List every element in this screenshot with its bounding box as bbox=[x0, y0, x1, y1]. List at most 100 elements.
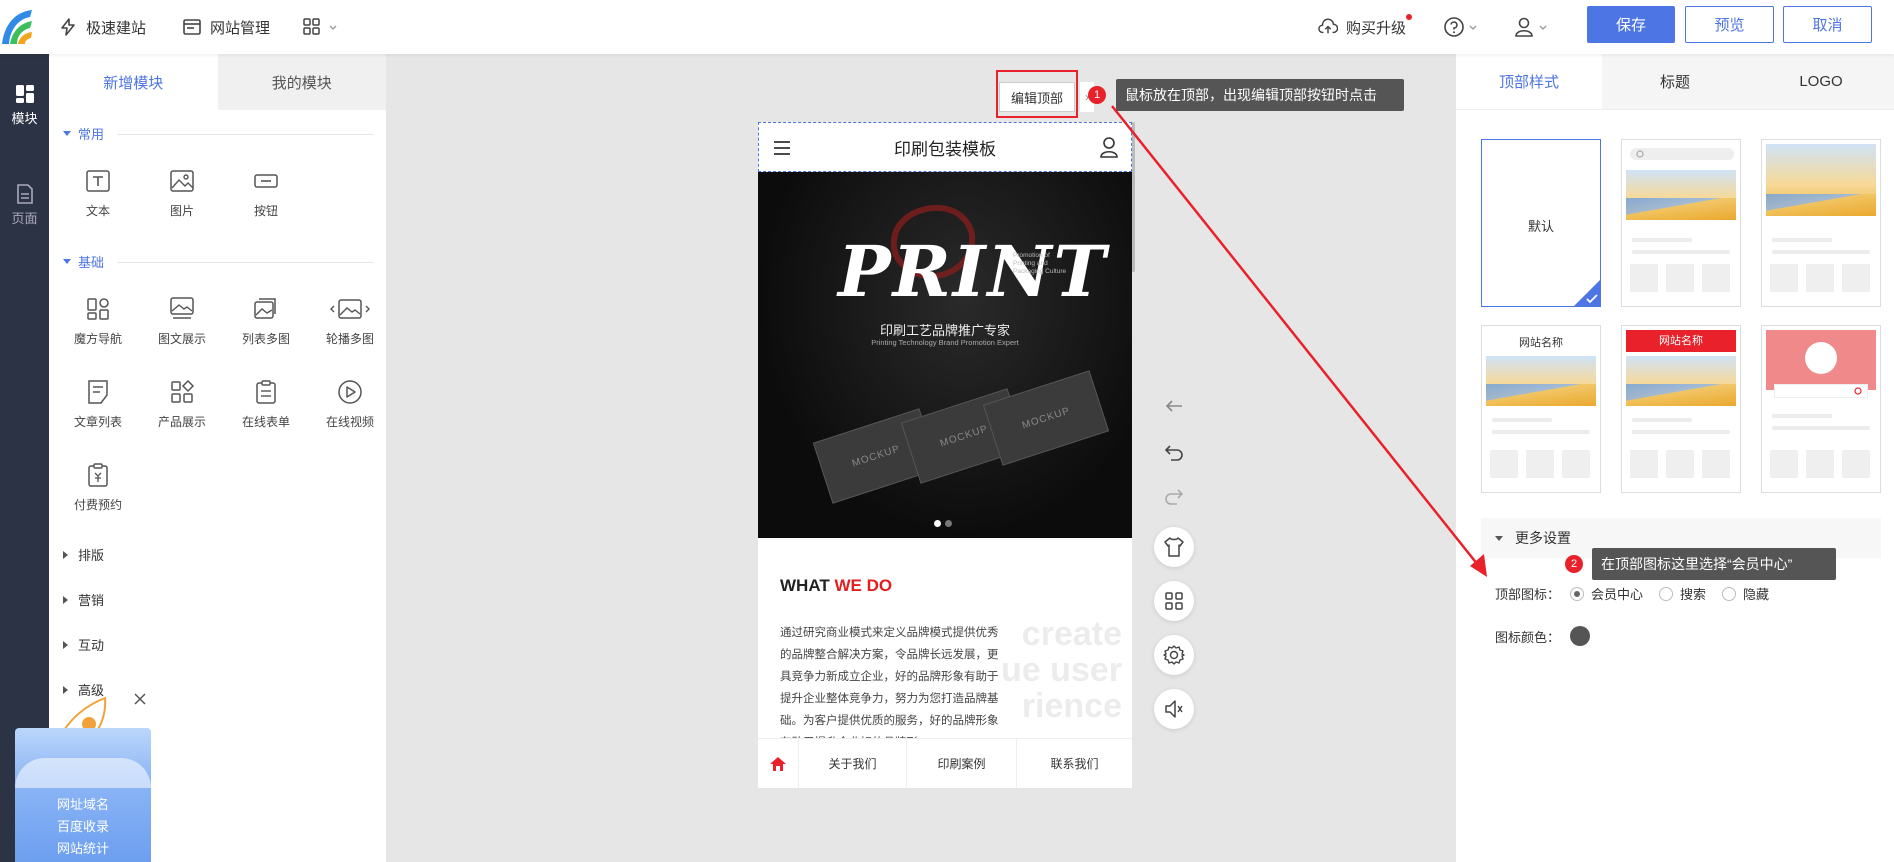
account-menu[interactable] bbox=[1513, 0, 1553, 54]
menu-icon[interactable] bbox=[773, 140, 791, 156]
quick-build-menu[interactable]: 极速建站 bbox=[58, 0, 146, 54]
save-button[interactable]: 保存 bbox=[1587, 6, 1675, 43]
promo-baidu[interactable]: 百度收录 bbox=[15, 816, 151, 838]
magic-nav-icon bbox=[87, 298, 109, 320]
section-layout[interactable]: 排版 bbox=[63, 545, 104, 564]
close-icon[interactable] bbox=[133, 692, 147, 706]
carousel-dot-active[interactable] bbox=[934, 520, 941, 527]
module-online-form[interactable]: 在线表单 bbox=[226, 379, 306, 430]
module-label: 在线表单 bbox=[241, 415, 290, 429]
edit-top-button[interactable]: 编辑顶部 bbox=[999, 82, 1075, 112]
module-image[interactable]: 图片 bbox=[142, 168, 222, 219]
expand-caret-icon bbox=[63, 550, 68, 559]
preview-line bbox=[1772, 238, 1832, 242]
module-list-images[interactable]: 列表多图 bbox=[226, 296, 306, 347]
phone-banner[interactable]: PRINT Promotion of Printing and Packagin… bbox=[758, 172, 1132, 538]
redo-icon[interactable] bbox=[1162, 484, 1186, 508]
preview-tile bbox=[1702, 450, 1730, 478]
phone-header[interactable]: 印刷包装模板 bbox=[758, 122, 1132, 172]
expand-caret-icon bbox=[63, 640, 68, 649]
user-icon[interactable] bbox=[1099, 136, 1119, 158]
preview-line bbox=[1632, 430, 1730, 434]
cancel-button[interactable]: 取消 bbox=[1783, 6, 1872, 43]
tab-logo[interactable]: LOGO bbox=[1748, 54, 1894, 109]
top-bar: 极速建站 网站管理 购买升级 保存 预览 取消 bbox=[0, 0, 1894, 54]
settings-button[interactable] bbox=[1154, 635, 1194, 675]
module-label: 魔方导航 bbox=[73, 332, 122, 346]
back-arrow-icon[interactable] bbox=[1162, 394, 1186, 418]
module-label: 图片 bbox=[169, 204, 194, 218]
search-icon bbox=[1854, 387, 1862, 395]
style-option-icon[interactable] bbox=[1761, 139, 1881, 307]
module-button[interactable]: 按钮 bbox=[226, 168, 306, 219]
theme-button[interactable] bbox=[1154, 527, 1194, 567]
module-products[interactable]: 产品展示 bbox=[142, 379, 222, 430]
collapse-caret-icon bbox=[63, 259, 71, 264]
search-bar-preview bbox=[1630, 148, 1734, 160]
promo-stats[interactable]: 网站统计 bbox=[15, 838, 151, 860]
module-image-text[interactable]: 图文展示 bbox=[142, 296, 222, 347]
footer-cases[interactable]: 印刷案例 bbox=[906, 739, 1016, 788]
section-interaction[interactable]: 互动 bbox=[63, 635, 104, 654]
preview-tile bbox=[1842, 450, 1870, 478]
preview-button[interactable]: 预览 bbox=[1685, 6, 1774, 43]
user-icon bbox=[1515, 17, 1547, 37]
module-online-video[interactable]: 在线视频 bbox=[310, 379, 390, 430]
module-text[interactable]: 文本 bbox=[58, 168, 138, 219]
upgrade-menu[interactable]: 购买升级 bbox=[1318, 0, 1412, 54]
window-icon bbox=[183, 19, 201, 35]
style-option-site-name[interactable]: 网站名称 bbox=[1481, 325, 1601, 493]
promo-domain[interactable]: 网址域名 bbox=[15, 794, 151, 816]
radio-unchecked[interactable] bbox=[1722, 586, 1737, 601]
section-marketing[interactable]: 营销 bbox=[63, 590, 104, 609]
tab-new-modules[interactable]: 新增模块 bbox=[49, 54, 218, 110]
tab-top-style[interactable]: 顶部样式 bbox=[1456, 54, 1602, 109]
radio-hide[interactable]: 隐藏 bbox=[1722, 584, 1769, 603]
module-label: 文章列表 bbox=[73, 415, 122, 429]
preview-tile bbox=[1806, 450, 1834, 478]
tab-title[interactable]: 标题 bbox=[1602, 54, 1748, 109]
section-basic[interactable]: 基础 bbox=[63, 252, 373, 271]
promo-card[interactable]: 网址域名 百度收录 网站统计 bbox=[15, 728, 151, 862]
rail-item-modules[interactable]: 模块 bbox=[0, 84, 49, 127]
phone-scrollbar[interactable] bbox=[1132, 122, 1135, 272]
preview-tile bbox=[1526, 450, 1554, 478]
style-option-search[interactable] bbox=[1621, 139, 1741, 307]
radio-unchecked[interactable] bbox=[1659, 586, 1674, 601]
style-option-avatar[interactable] bbox=[1761, 325, 1881, 493]
style-option-default[interactable]: 默认 bbox=[1481, 139, 1601, 307]
footer-about[interactable]: 关于我们 bbox=[798, 739, 906, 788]
footer-home[interactable] bbox=[758, 739, 798, 788]
module-article-list[interactable]: 文章列表 bbox=[58, 379, 138, 430]
module-magic-nav[interactable]: 魔方导航 bbox=[58, 296, 138, 347]
apps-menu[interactable] bbox=[303, 0, 341, 54]
preview-tile bbox=[1770, 264, 1798, 292]
rail-item-pages[interactable]: 页面 bbox=[0, 184, 49, 227]
preview-line bbox=[1772, 250, 1870, 254]
sound-button[interactable] bbox=[1154, 689, 1194, 729]
expand-caret-icon bbox=[63, 595, 68, 604]
undo-icon[interactable] bbox=[1162, 440, 1186, 464]
tab-my-modules[interactable]: 我的模块 bbox=[217, 54, 386, 110]
style-label: 默认 bbox=[1527, 219, 1554, 234]
check-icon bbox=[1586, 294, 1598, 304]
help-menu[interactable] bbox=[1443, 0, 1483, 54]
site-manage-menu[interactable]: 网站管理 bbox=[182, 0, 270, 54]
style-option-site-name-red[interactable]: 网站名称 bbox=[1621, 325, 1741, 493]
app-logo[interactable] bbox=[0, 6, 36, 46]
collapse-caret-icon bbox=[63, 131, 71, 136]
footer-contact[interactable]: 联系我们 bbox=[1016, 739, 1132, 788]
radio-search[interactable]: 搜索 bbox=[1659, 584, 1706, 603]
banner-subtitle-en: Printing Technology Brand Promotion Expe… bbox=[871, 338, 1019, 347]
color-swatch[interactable] bbox=[1570, 626, 1591, 646]
radio-checked[interactable] bbox=[1570, 586, 1585, 601]
carousel-dot[interactable] bbox=[945, 520, 952, 527]
layout-button[interactable] bbox=[1154, 581, 1194, 621]
promo-widget[interactable]: 网址域名 百度收录 网站统计 bbox=[15, 692, 151, 862]
module-paid-booking[interactable]: 付费预约 bbox=[58, 462, 138, 513]
section-common[interactable]: 常用 bbox=[63, 124, 373, 143]
module-carousel[interactable]: 轮播多图 bbox=[310, 296, 390, 347]
carousel-dots[interactable] bbox=[934, 520, 952, 527]
radio-member-center[interactable]: 会员中心 bbox=[1570, 584, 1643, 603]
preview-art bbox=[1626, 170, 1736, 220]
